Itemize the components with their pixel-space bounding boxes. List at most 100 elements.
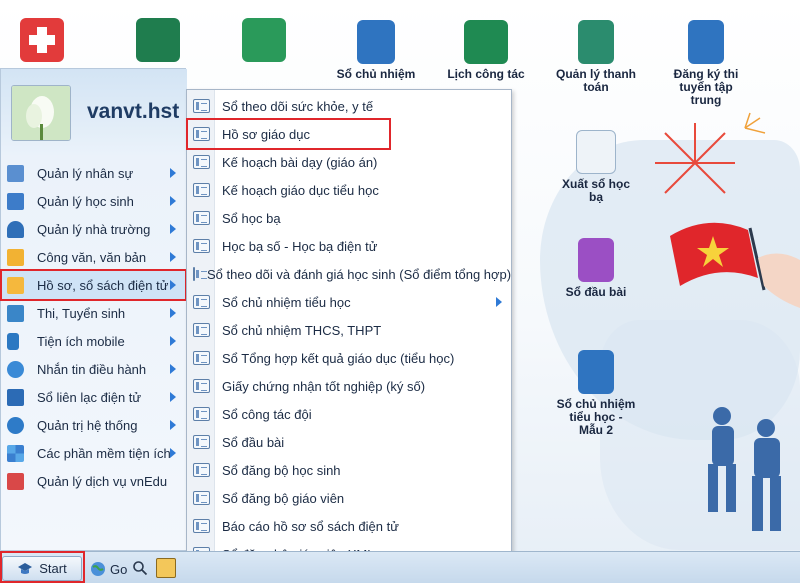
graduation-cap-icon <box>18 562 33 574</box>
submenu-arrow-icon <box>170 420 176 430</box>
submenu-arrow-icon <box>170 448 176 458</box>
start-menu-panel: vanvt.hst Quản lý nhân sự Quản lý học si… <box>0 68 187 551</box>
submenu-item[interactable]: Kế hoạch giáo dục tiểu học <box>187 176 511 204</box>
menu-item-quan-ly-nhan-su[interactable]: Quản lý nhân sự <box>1 159 187 187</box>
desktop-icon-lich-cong-tac[interactable]: Lịch công tác <box>446 20 526 81</box>
submenu-item[interactable]: Sổ Tổng hợp kết quả giáo dục (tiểu học) <box>187 344 511 372</box>
documents-icon <box>7 248 24 266</box>
record-book-icon <box>193 267 207 281</box>
record-book-icon <box>193 463 210 477</box>
vietnam-flag-icon <box>670 222 800 308</box>
submenu-arrow-icon <box>170 364 176 374</box>
submenu-arrow-icon <box>170 252 176 262</box>
submenu-arrow-icon <box>170 168 176 178</box>
submenu-item-label: Sổ Tổng hợp kết quả giáo dục (tiểu học) <box>222 350 455 366</box>
submenu-item[interactable]: Sổ theo dõi và đánh giá học sinh (Sổ điể… <box>187 260 511 288</box>
workers-illustration-icon <box>708 407 781 531</box>
submenu-arrow-icon <box>170 392 176 402</box>
submenu-item[interactable]: Sổ công tác đội <box>187 400 511 428</box>
submenu-item-label: Sổ đầu bài <box>222 434 285 450</box>
desktop-icon-so-chu-nhiem[interactable]: Sổ chủ nhiệm <box>336 20 416 81</box>
avatar <box>11 85 71 141</box>
submenu-item-label: Kế hoạch giáo dục tiểu học <box>222 182 379 198</box>
record-book-icon <box>193 407 210 421</box>
submenu-item[interactable]: Sổ theo dõi sức khỏe, y tế <box>187 92 511 120</box>
menu-item-so-lien-lac[interactable]: Sổ liên lạc điện tử <box>1 383 187 411</box>
record-book-icon <box>193 519 210 533</box>
record-book-icon <box>193 211 210 225</box>
submenu-arrow-icon <box>170 308 176 318</box>
record-book-icon <box>193 491 210 505</box>
exam-icon <box>7 304 24 322</box>
submenu-arrow-icon <box>170 336 176 346</box>
menu-item-quan-ly-hoc-sinh[interactable]: Quản lý học sinh <box>1 187 187 215</box>
submenu-item[interactable]: Sổ đăng bộ học sinh <box>187 456 511 484</box>
menu-item-label: Quản lý dịch vụ vnEdu <box>37 473 168 489</box>
user-area: vanvt.hst <box>1 69 187 155</box>
menu-item-ho-so-so-sach[interactable]: Hồ sơ, sổ sách điện tử <box>1 271 187 299</box>
fireworks-decoration-icon <box>655 112 766 194</box>
contact-book-icon <box>7 388 24 406</box>
username: vanvt.hst <box>87 100 180 123</box>
desktop-icon-health[interactable] <box>2 18 82 66</box>
desktop-icon-quan-ly-thanh-toan[interactable]: Quản lý thanh toán <box>556 20 636 94</box>
submenu-item-ho-so-giao-duc[interactable]: Hồ sơ giáo dục <box>187 120 511 148</box>
menu-item-label: Quản lý nhân sự <box>37 165 134 181</box>
desktop-icon-so-dau-bai[interactable]: Sổ đầu bài <box>556 238 636 299</box>
menu-item-thi-tuyen-sinh[interactable]: Thi, Tuyển sinh <box>1 299 187 327</box>
record-book-icon <box>193 127 210 141</box>
desktop-icon-xuat-so-hoc-ba[interactable]: Xuất sổ học bạ <box>556 130 636 204</box>
taskbar: Start Go <box>0 551 800 583</box>
school-icon <box>7 220 24 238</box>
submenu-ho-so-so-sach: Sổ theo dõi sức khỏe, y tế Hồ sơ giáo dụ… <box>186 89 512 583</box>
record-book-icon <box>193 99 210 113</box>
submenu-item[interactable]: Giấy chứng nhận tốt nghiệp (ký số) <box>187 372 511 400</box>
taskbar-app-icon[interactable] <box>156 558 176 578</box>
students-icon <box>7 192 24 210</box>
mobile-icon <box>7 332 19 350</box>
registration-list-icon <box>688 20 724 64</box>
flower-avatar-icon <box>12 86 70 140</box>
submenu-item-label: Kế hoạch bài dạy (giáo án) <box>222 154 378 170</box>
submenu-item-so-chu-nhiem-tieu-hoc[interactable]: Sổ chủ nhiệm tiểu học <box>187 288 511 316</box>
search-icon[interactable] <box>132 560 148 576</box>
submenu-arrow-icon <box>170 196 176 206</box>
record-book-icon <box>193 323 210 337</box>
desktop-icon-so-chu-nhiem-tieu-hoc[interactable]: Sổ chủ nhiệm tiểu học - Mẫu 2 <box>556 350 636 437</box>
record-book-icon <box>193 435 210 449</box>
submenu-item[interactable]: Báo cáo hồ sơ sổ sách điện tử <box>187 512 511 540</box>
menu-item-nhan-tin[interactable]: Nhắn tin điều hành <box>1 355 187 383</box>
menu-item-label: Thi, Tuyển sinh <box>37 305 126 321</box>
hsg-ledger-icon <box>136 18 180 62</box>
menu-item-label: Sổ liên lạc điện tử <box>37 389 142 405</box>
folder-icon <box>7 276 24 294</box>
desktop-icon-report[interactable] <box>224 18 304 66</box>
menu-item-phan-mem-tien-ich[interactable]: Các phần mềm tiện ích <box>1 439 187 467</box>
submenu-item[interactable]: Sổ chủ nhiệm THCS, THPT <box>187 316 511 344</box>
desktop-icon-dang-ky-thi[interactable]: Đăng ký thi tuyển tập trung <box>666 20 746 107</box>
menu-item-label: Các phần mềm tiện ích <box>37 445 171 461</box>
submenu-item[interactable]: Học bạ số - Học bạ điện tử <box>187 232 511 260</box>
submenu-item-label: Báo cáo hồ sơ sổ sách điện tử <box>222 518 399 534</box>
menu-item-cong-van[interactable]: Công văn, văn bản <box>1 243 187 271</box>
submenu-item-label: Giấy chứng nhận tốt nghiệp (ký số) <box>222 378 426 394</box>
export-transcript-icon <box>576 130 616 174</box>
submenu-item[interactable]: Sổ học bạ <box>187 204 511 232</box>
start-button[interactable]: Start <box>2 556 82 581</box>
menu-item-label: Quản trị hệ thống <box>37 417 138 433</box>
desktop-icon-hsg[interactable] <box>118 18 198 66</box>
menu-item-quan-ly-nha-truong[interactable]: Quản lý nhà trường <box>1 215 187 243</box>
go-button[interactable]: Go <box>90 558 127 580</box>
submenu-item[interactable]: Sổ đăng bộ giáo viên <box>187 484 511 512</box>
submenu-item-label: Sổ công tác đội <box>222 406 312 422</box>
menu-item-dich-vu-vnedu[interactable]: Quản lý dịch vụ vnEdu <box>1 467 187 495</box>
submenu-item-label: Sổ đăng bộ giáo viên <box>222 490 345 506</box>
class-log-book-icon <box>578 238 614 282</box>
menu-item-label: Công văn, văn bản <box>37 249 147 265</box>
submenu-arrow-icon <box>170 224 176 234</box>
menu-item-quan-tri-he-thong[interactable]: Quản trị hệ thống <box>1 411 187 439</box>
submenu-item[interactable]: Sổ đầu bài <box>187 428 511 456</box>
menu-item-tien-ich-mobile[interactable]: Tiện ích mobile <box>1 327 187 355</box>
record-book-icon <box>193 239 210 253</box>
submenu-item[interactable]: Kế hoạch bài dạy (giáo án) <box>187 148 511 176</box>
